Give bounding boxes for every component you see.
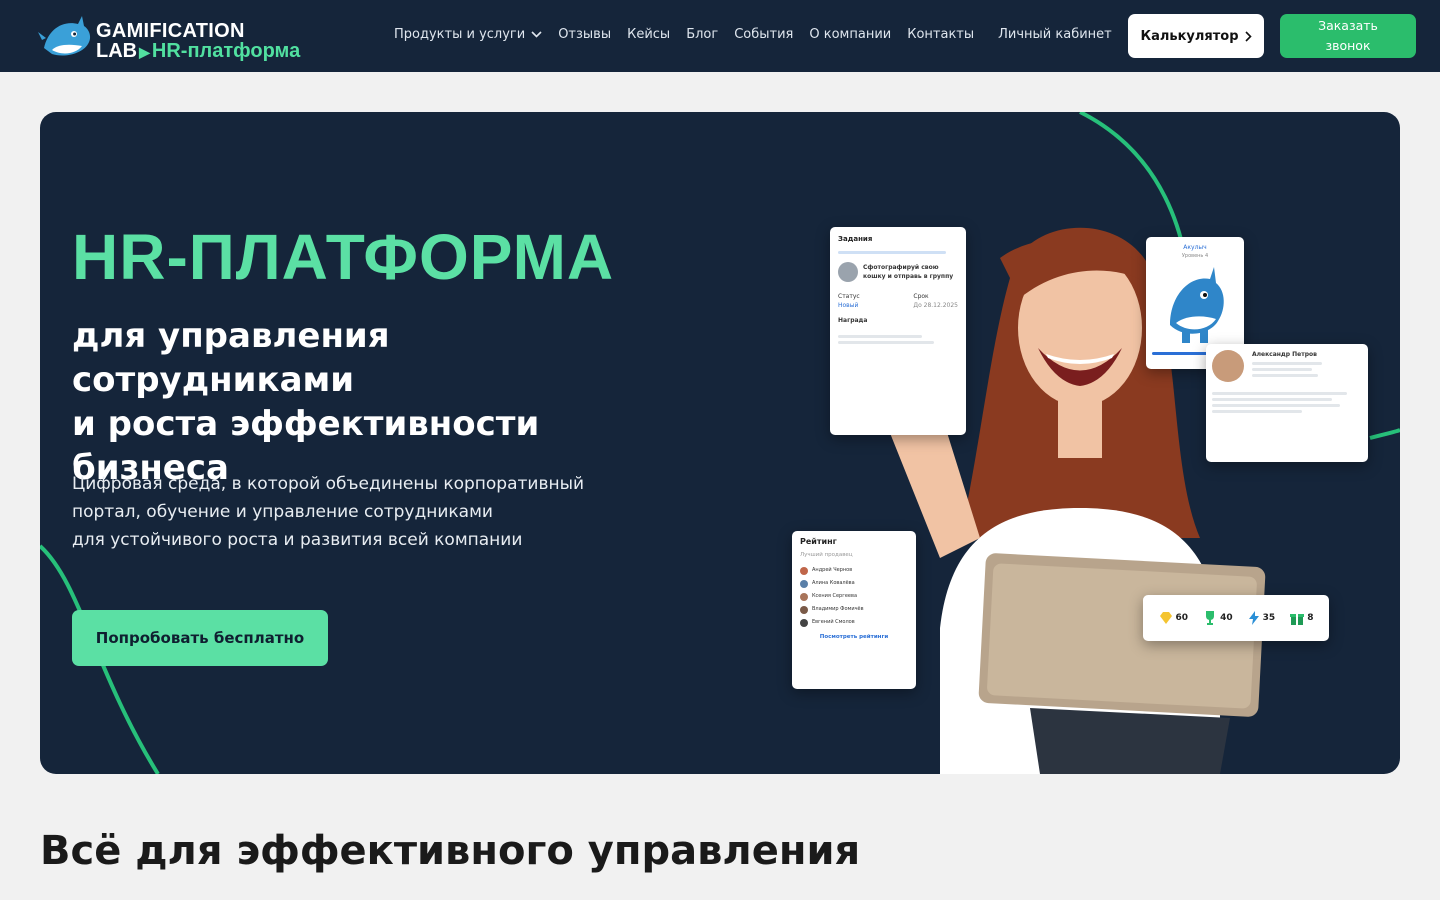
lightning-icon	[1248, 611, 1259, 625]
chevron-right-icon	[1244, 30, 1252, 42]
request-call-label-2: звонок	[1325, 38, 1371, 53]
shark-logo-icon	[38, 16, 91, 56]
profile-avatar	[1212, 350, 1244, 382]
stats-card: 60 40 35 8	[1143, 595, 1329, 641]
profile-line-2	[1252, 368, 1312, 371]
reward-row	[838, 335, 922, 338]
chevron-down-icon	[531, 31, 542, 38]
cat-avatar	[838, 262, 858, 282]
menu-reviews[interactable]: Отзывы	[558, 27, 611, 42]
menu-contacts[interactable]: Контакты	[907, 27, 974, 42]
hero-banner: HR-ПЛАТФОРМА для управления сотрудниками…	[40, 112, 1400, 774]
stat-trophies: 40	[1203, 611, 1233, 625]
rating-avatar	[800, 579, 808, 588]
rating-person: Ксения Сергеева	[812, 593, 858, 599]
rating-subtitle: Лучший продавец	[800, 552, 853, 558]
logo-arrow-icon: ▶	[139, 44, 150, 60]
hero-subtitle-line-1: для управления сотрудниками	[72, 316, 390, 400]
task-reward-label: Награда	[838, 317, 868, 324]
rating-person: Владимир Фомичёв	[812, 606, 864, 612]
trophy-icon	[1206, 611, 1215, 625]
rating-avatar	[800, 605, 808, 614]
rating-person: Алина Ковалёва	[812, 580, 855, 586]
rating-avatar	[800, 566, 808, 575]
stat-gifts: 8	[1290, 611, 1313, 625]
logo-line-2: LAB ▶ HR-платформа	[96, 40, 300, 63]
rating-link[interactable]: Посмотреть рейтинги	[800, 633, 908, 642]
task-item[interactable]: Сфотографируй свою кошку и отправь в гру…	[838, 262, 958, 282]
calculator-button-label: Калькулятор	[1140, 28, 1239, 44]
rating-row[interactable]: Ксения Сергеева	[800, 592, 908, 601]
shark-mascot-icon	[1170, 267, 1224, 343]
menu-about[interactable]: О компании	[809, 27, 891, 42]
rating-person: Евгений Смолов	[812, 619, 855, 625]
reward-row-2	[838, 341, 934, 344]
rating-title: Рейтинг	[800, 537, 837, 546]
rating-avatar	[800, 592, 808, 601]
hero-subtitle-line-2: и роста эффективности	[72, 404, 540, 444]
rating-card: Рейтинг Лучший продавец Андрей Чернов Ал…	[792, 531, 916, 689]
menu-personal-account[interactable]: Личный кабинет	[998, 27, 1112, 42]
shark-progress-bar	[1152, 352, 1213, 355]
profile-details-2	[1212, 398, 1332, 401]
main-menu: Продукты и услуги Отзывы Кейсы Блог Собы…	[394, 27, 1128, 42]
request-call-button[interactable]: Заказать звонок	[1280, 14, 1416, 58]
logo-lab: LAB	[96, 40, 138, 62]
menu-products[interactable]: Продукты и услуги	[394, 27, 542, 42]
stat-diamonds-value: 60	[1175, 613, 1189, 623]
rating-avatar	[800, 618, 808, 627]
rating-row[interactable]: Алина Ковалёва	[800, 579, 908, 588]
gift-icon	[1290, 614, 1305, 625]
task-deadline-value: До 28.12.2025	[913, 302, 958, 309]
rating-row[interactable]: Евгений Смолов	[800, 618, 908, 627]
hero-description-line-1: Цифровая среда, в которой объединены кор…	[72, 474, 585, 494]
stat-diamonds: 60	[1159, 612, 1189, 624]
section-title: Всё для эффективного управления	[40, 828, 861, 874]
stat-energy-value: 35	[1262, 613, 1276, 623]
profile-header: Александр Петров	[1212, 350, 1362, 382]
profile-line-3	[1252, 374, 1318, 377]
rating-row[interactable]: Андрей Чернов	[800, 566, 908, 575]
hero-description-line-2: портал, обучение и управление сотрудника…	[72, 502, 493, 522]
menu-products-label: Продукты и услуги	[394, 27, 526, 42]
task-status-value: Новый	[838, 302, 859, 309]
request-call-label-1: Заказать	[1318, 18, 1378, 33]
calculator-button[interactable]: Калькулятор	[1128, 14, 1264, 58]
tasks-tabs	[838, 251, 946, 254]
profile-details	[1212, 392, 1347, 395]
employee-profile-card: Александр Петров	[1206, 344, 1368, 462]
profile-line	[1252, 362, 1322, 365]
tasks-card: Задания Сфотографируй свою кошку и отпра…	[830, 227, 966, 435]
shark-title: Акулыч	[1183, 244, 1207, 251]
menu-cases[interactable]: Кейсы	[627, 27, 670, 42]
task-deadline-label: Срок	[913, 293, 929, 300]
stat-trophies-value: 40	[1220, 613, 1233, 623]
hero-description-line-3: для устойчивого роста и развития всей ко…	[72, 530, 523, 550]
profile-name: Александр Петров	[1252, 351, 1317, 358]
rating-person: Андрей Чернов	[812, 567, 853, 573]
task-status-label: Статус	[838, 293, 860, 300]
hero-title: HR-ПЛАТФОРМА	[72, 221, 615, 293]
shark-level: Уровень 4	[1181, 253, 1209, 259]
task-text: Сфотографируй свою кошку и отправь в гру…	[863, 264, 954, 280]
diamond-icon	[1159, 612, 1172, 624]
try-free-button[interactable]: Попробовать бесплатно	[72, 610, 328, 666]
stat-gifts-value: 8	[1307, 613, 1314, 623]
hero-subtitle: для управления сотрудниками и роста эффе…	[72, 314, 672, 490]
tasks-card-title: Задания	[838, 235, 873, 243]
profile-details-3	[1212, 404, 1340, 407]
rating-row[interactable]: Владимир Фомичёв	[800, 605, 908, 614]
menu-blog[interactable]: Блог	[686, 27, 718, 42]
hero-description: Цифровая среда, в которой объединены кор…	[72, 470, 652, 554]
task-meta: Статус Новый Срок До 28.12.2025	[838, 292, 958, 310]
menu-events[interactable]: События	[734, 27, 793, 42]
rating-list: Андрей Чернов Алина Ковалёва Ксения Серг…	[800, 566, 908, 627]
logo-hr-platform: HR-платформа	[151, 40, 301, 62]
stat-energy: 35	[1248, 611, 1276, 625]
top-navbar: GAMIFICATION LAB ▶ HR-платформа Продукты и…	[0, 0, 1440, 72]
logo[interactable]: GAMIFICATION LAB ▶ HR-платформа	[38, 10, 318, 62]
profile-details-4	[1212, 410, 1302, 413]
